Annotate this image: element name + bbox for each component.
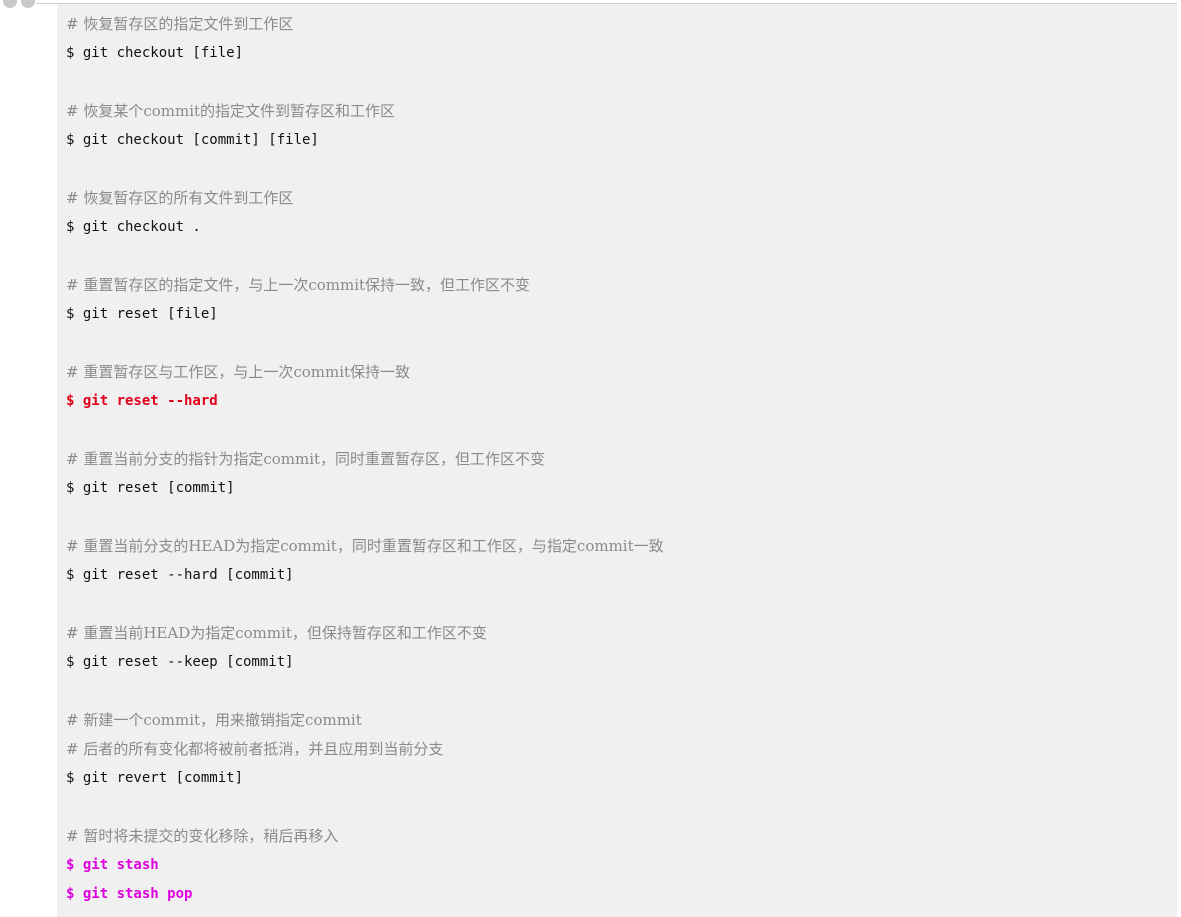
code-comment: # 重置暂存区与工作区，与上一次commit保持一致 [66, 363, 411, 381]
code-comment: # 重置当前分支的HEAD为指定commit，同时重置暂存区和工作区，与指定co… [66, 537, 664, 555]
corner-dot [21, 0, 35, 8]
code-command: $ git reset --hard [commit] [66, 567, 294, 583]
code-comment: # 恢复暂存区的所有文件到工作区 [66, 189, 294, 207]
code-command: $ git checkout . [66, 219, 201, 235]
code-comment: # 恢复某个commit的指定文件到暂存区和工作区 [66, 102, 396, 120]
code-comment: # 恢复暂存区的指定文件到工作区 [66, 15, 294, 33]
code-comment: # 重置暂存区的指定文件，与上一次commit保持一致，但工作区不变 [66, 276, 531, 294]
code-comment: # 新建一个commit，用来撤销指定commit [66, 711, 362, 729]
corner-dot [3, 0, 17, 8]
corner-decoration [0, 0, 40, 8]
code-command-highlighted: $ git stash pop [66, 886, 193, 902]
code-comment: # 暂时将未提交的变化移除，稍后再移入 [66, 827, 339, 845]
code-command: $ git reset [file] [66, 306, 218, 322]
code-comment: # 后者的所有变化都将被前者抵消，并且应用到当前分支 [66, 740, 444, 758]
code-command-highlighted: $ git reset --hard [66, 393, 218, 409]
code-command: $ git reset [commit] [66, 480, 235, 496]
code-command: $ git checkout [file] [66, 45, 244, 61]
code-block: # 恢复暂存区的指定文件到工作区 $ git checkout [file] #… [57, 4, 1177, 917]
code-command: $ git revert [commit] [66, 770, 244, 786]
code-command-highlighted: $ git stash [66, 857, 159, 873]
code-comment: # 重置当前分支的指针为指定commit，同时重置暂存区，但工作区不变 [66, 450, 546, 468]
code-command: $ git reset --keep [commit] [66, 654, 294, 670]
code-comment: # 重置当前HEAD为指定commit，但保持暂存区和工作区不变 [66, 624, 487, 642]
code-command: $ git checkout [commit] [file] [66, 132, 319, 148]
